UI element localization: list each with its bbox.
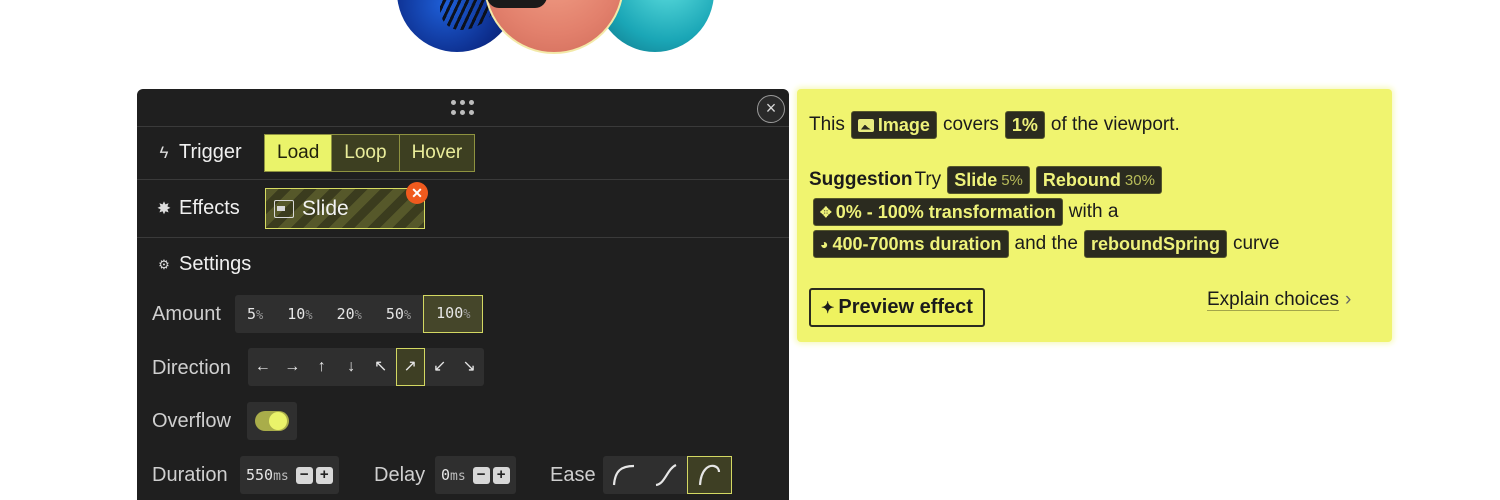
close-icon: ✕ <box>411 185 423 201</box>
direction-down-arrow-icon[interactable]: ↓ <box>337 348 367 386</box>
amount-option-50[interactable]: 50% <box>374 295 423 333</box>
direction-up-arrow-icon[interactable]: ↑ <box>307 348 337 386</box>
amount-option-100[interactable]: 100% <box>423 295 484 333</box>
effect-chip-label: Slide <box>302 196 349 220</box>
coverage-tag: 1% <box>1004 111 1045 139</box>
delay-decrement-button[interactable]: − <box>472 466 490 484</box>
duration-value[interactable]: 550ms <box>246 466 289 484</box>
overflow-toggle[interactable] <box>255 411 289 431</box>
image-icon <box>857 118 874 132</box>
suggestion-card: This Image covers 1% of the viewport. Su… <box>797 89 1392 342</box>
coverage-text: covers <box>942 114 999 135</box>
slide-effect-icon <box>274 199 294 218</box>
direction-up-left-arrow-icon[interactable]: ↖ <box>366 348 396 386</box>
close-icon: × <box>765 98 777 118</box>
trigger-option-loop[interactable]: Loop <box>332 135 400 171</box>
explain-choices-label: Explain choices <box>1207 289 1340 310</box>
spring-curve-icon[interactable] <box>687 456 732 494</box>
ease-options <box>603 456 732 494</box>
animation-panel: × ϟ Trigger Load Loop Hover ✸ Effects Sl… <box>137 89 789 500</box>
trigger-option-hover[interactable]: Hover <box>400 135 475 171</box>
suggestion-text: with a <box>1068 201 1119 222</box>
drag-handle-icon[interactable] <box>451 100 475 116</box>
overflow-label: Overflow <box>152 410 231 432</box>
sparkle-icon: ✸ <box>156 198 172 218</box>
duration-curve-line: ◕ 400-700ms duration and the reboundSprin… <box>813 230 1279 258</box>
amount-options: 5% 10% 20% 50% 100% <box>235 295 484 333</box>
clock-icon: ◕ <box>820 236 829 252</box>
direction-label: Direction <box>152 357 231 379</box>
avatar-peach-image <box>484 0 624 54</box>
amount-option-10[interactable]: 10% <box>275 295 324 333</box>
delay-stepper: 0ms − + <box>435 456 516 494</box>
preview-effect-label: Preview effect <box>838 296 973 318</box>
amount-option-20[interactable]: 20% <box>325 295 374 333</box>
duration-decrement-button[interactable]: − <box>295 466 313 484</box>
direction-options: ← → ↑ ↓ ↖ ↗ ↙ ↘ <box>248 348 484 386</box>
amount-option-5[interactable]: 5% <box>235 295 275 333</box>
delay-label: Delay <box>374 464 426 486</box>
suggestion-heading: Suggestion <box>809 169 913 190</box>
remove-effect-button[interactable]: ✕ <box>406 182 428 204</box>
duration-tag: ◕ 400-700ms duration <box>813 230 1009 258</box>
amount-label: Amount <box>152 303 221 325</box>
settings-section-label: ⚙ Settings <box>155 253 251 276</box>
explain-choices-link[interactable]: Explain choices › <box>1207 289 1351 311</box>
transformation-tag: ✥ 0% - 100% transformation <box>813 198 1063 226</box>
direction-down-left-arrow-icon[interactable]: ↙ <box>425 348 455 386</box>
trigger-option-load[interactable]: Load <box>265 135 333 171</box>
effects-section-label: ✸ Effects <box>155 197 240 220</box>
coverage-text: of the viewport. <box>1050 114 1180 135</box>
lightning-icon: ϟ <box>159 142 169 162</box>
delay-value[interactable]: 0ms <box>441 466 466 484</box>
overflow-toggle-container <box>247 402 297 440</box>
direction-up-right-arrow-icon[interactable]: ↗ <box>395 348 425 386</box>
divider <box>137 179 789 180</box>
duration-stepper: 550ms − + <box>240 456 339 494</box>
trigger-section-label: ϟ Trigger <box>155 141 242 164</box>
divider <box>137 237 789 238</box>
move-icon: ✥ <box>820 203 832 220</box>
direction-left-arrow-icon[interactable]: ← <box>248 348 278 386</box>
gears-icon: ⚙ <box>158 256 170 272</box>
stage: × ϟ Trigger Load Loop Hover ✸ Effects Sl… <box>0 0 1500 500</box>
delay-increment-button[interactable]: + <box>492 466 510 484</box>
ease-out-curve-icon[interactable] <box>645 456 687 494</box>
coverage-text: This <box>809 114 845 135</box>
suggestion-text: Try <box>914 169 942 190</box>
effects-label: Effects <box>179 197 240 219</box>
suggestion-text: and the <box>1014 233 1078 254</box>
chevron-right-icon: › <box>1345 289 1352 310</box>
curve-tag: reboundSpring <box>1083 230 1227 258</box>
trigger-segmented-control: Load Loop Hover <box>264 134 476 172</box>
ease-label: Ease <box>550 464 596 486</box>
duration-label: Duration <box>152 464 228 486</box>
avatar-mouth-detail <box>487 0 547 8</box>
effect-chip-slide[interactable]: Slide <box>265 188 425 229</box>
ease-in-curve-icon[interactable] <box>603 456 645 494</box>
trigger-label: Trigger <box>179 141 242 163</box>
close-button[interactable]: × <box>757 95 785 123</box>
settings-label: Settings <box>179 253 252 275</box>
suggested-effect-slide[interactable]: Slide 5% <box>947 166 1030 194</box>
transformation-line: ✥ 0% - 100% transformation with a <box>813 198 1118 226</box>
element-tag: Image <box>850 111 937 139</box>
suggestion-text: curve <box>1232 233 1280 254</box>
duration-increment-button[interactable]: + <box>315 466 333 484</box>
suggestion-line: Suggestion Try Slide 5% Rebound 30% <box>809 166 1162 194</box>
preview-effect-button[interactable]: ✦ Preview effect <box>809 288 985 327</box>
divider <box>137 126 789 127</box>
suggested-effect-rebound[interactable]: Rebound 30% <box>1035 166 1162 194</box>
direction-right-arrow-icon[interactable]: → <box>278 348 308 386</box>
coverage-line: This Image covers 1% of the viewport. <box>809 111 1180 139</box>
direction-down-right-arrow-icon[interactable]: ↘ <box>455 348 485 386</box>
sparkle-icon: ✦ <box>821 299 835 317</box>
